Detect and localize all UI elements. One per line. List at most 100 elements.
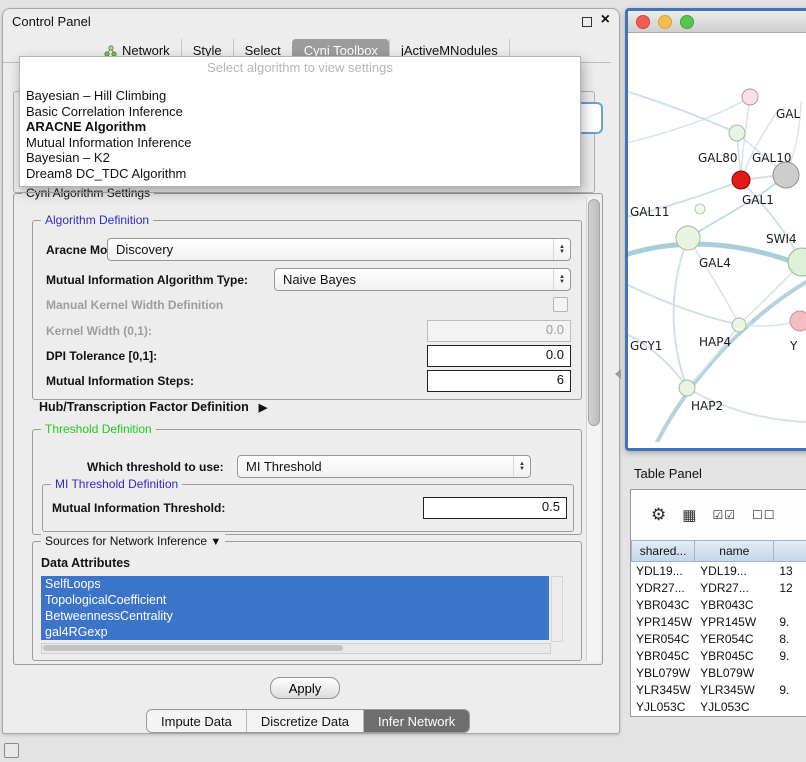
attribute-list-item[interactable]: SelfLoops <box>41 576 549 592</box>
network-canvas[interactable]: GALGAL80GAL10GAL11GAL1SWI4GAL4GCY1HAP4YH… <box>628 32 806 442</box>
tab-impute-data[interactable]: Impute Data <box>147 710 246 732</box>
scrollbar-thumb[interactable] <box>588 199 600 426</box>
attributes-horizontal-scrollbar[interactable] <box>41 643 551 654</box>
table-row[interactable]: YPR145W YPR145W 9. <box>631 613 806 630</box>
cyni-algorithm-settings-group: Cyni Algorithm Settings Algorithm Defini… <box>13 193 603 665</box>
mi-type-select[interactable]: Naive Bayes ▲▼ <box>274 268 571 291</box>
which-threshold-label: Which threshold to use: <box>87 460 224 474</box>
tab-infer-network[interactable]: Infer Network <box>363 710 469 732</box>
table-row[interactable]: YLR345W YLR345W 9. <box>631 681 806 698</box>
column-header-extra[interactable] <box>774 540 806 562</box>
sources-title: Sources for Network Inference <box>45 534 207 548</box>
table-row[interactable]: YDL19... YDL19... 13 <box>631 562 806 579</box>
mi-threshold-field[interactable]: 0.5 <box>423 497 567 519</box>
group-title: MI Threshold Definition <box>51 477 182 491</box>
hub-definition-section[interactable]: Hub/Transcription Factor Definition ▶ <box>39 400 267 414</box>
collapse-down-icon[interactable]: ▼ <box>210 536 221 548</box>
columns-icon[interactable]: ▦ <box>682 506 696 524</box>
svg-text:GAL: GAL <box>776 107 801 121</box>
mi-steps-field[interactable]: 6 <box>427 370 571 392</box>
minimize-traffic-light-icon[interactable] <box>658 15 672 29</box>
mi-steps-label: Mutual Information Steps: <box>46 374 194 388</box>
group-title: Threshold Definition <box>41 422 156 436</box>
mi-threshold-label: Mutual Information Threshold: <box>52 501 225 515</box>
algorithm-popup-item[interactable]: Bayesian – K2 <box>20 150 580 166</box>
svg-text:GAL80: GAL80 <box>698 151 737 165</box>
network-view-window: GALGAL80GAL10GAL11GAL1SWI4GAL4GCY1HAP4YH… <box>625 8 806 451</box>
aracne-mode-select[interactable]: Discovery ▲▼ <box>107 238 571 261</box>
apply-button[interactable]: Apply <box>270 677 340 699</box>
attribute-list-item[interactable]: gal4RGexp <box>41 624 549 640</box>
combo-value: MI Threshold <box>238 459 513 474</box>
algorithm-popup-item[interactable]: Dream8 DC_TDC Algorithm <box>20 166 580 182</box>
dpi-tolerance-field[interactable]: 0.0 <box>427 345 571 367</box>
desktop: Control Panel × Network Style Select Cyn… <box>0 0 806 762</box>
close-icon[interactable]: × <box>601 11 610 29</box>
algorithm-popup-item[interactable]: ARACNE Algorithm <box>20 119 580 135</box>
zoom-traffic-light-icon[interactable] <box>680 15 694 29</box>
table-row[interactable]: YBR043C YBR043C <box>631 596 806 613</box>
data-attributes-list: SelfLoops TopologicalCoefficient Between… <box>41 576 549 640</box>
table-row[interactable]: YBR045C YBR045C 9. <box>631 647 806 664</box>
dpi-tolerance-label: DPI Tolerance [0,1]: <box>46 349 157 363</box>
algorithm-popup-item[interactable]: Bayesian – Hill Climbing <box>20 88 580 104</box>
kernel-width-field[interactable]: 0.0 <box>427 320 571 342</box>
hub-definition-label: Hub/Transcription Factor Definition <box>39 400 249 414</box>
column-header-name[interactable]: name <box>695 540 774 562</box>
column-header-shared-name[interactable]: shared... <box>631 540 695 562</box>
control-panel-titlebar: Control Panel × <box>3 9 619 35</box>
table-panel-title: Table Panel <box>634 466 702 481</box>
combo-value: Naive Bayes <box>275 272 553 287</box>
attribute-list-item[interactable]: BetweennessCentrality <box>41 608 549 624</box>
splitter-handle[interactable] <box>615 369 621 379</box>
attributes-vertical-scrollbar[interactable] <box>551 576 563 642</box>
algorithm-popup-item[interactable]: Basic Correlation Inference <box>20 104 580 120</box>
kernel-width-label: Kernel Width (0,1): <box>46 324 152 338</box>
sources-group: Sources for Network Inference ▼ Data Att… <box>32 541 582 661</box>
data-attributes-label: Data Attributes <box>41 556 130 570</box>
mi-type-label: Mutual Information Algorithm Type: <box>46 273 248 287</box>
close-traffic-light-icon[interactable] <box>636 15 650 29</box>
combo-arrows-icon: ▲▼ <box>553 239 570 260</box>
deselect-all-icon[interactable]: ☐☐ <box>752 508 776 522</box>
svg-text:GCY1: GCY1 <box>630 339 662 353</box>
settings-scrollbar[interactable] <box>586 197 600 661</box>
svg-text:SWI4: SWI4 <box>766 232 797 246</box>
network-icon <box>104 45 117 57</box>
threshold-definition-group: Threshold Definition Which threshold to … <box>32 429 582 535</box>
manual-kernel-width-checkbox[interactable] <box>553 297 568 312</box>
algorithm-definition-group: Algorithm Definition Aracne Mode: Discov… <box>32 220 582 400</box>
restore-panel-icon[interactable] <box>4 743 19 758</box>
bottom-tab-bar: Impute Data Discretize Data Infer Networ… <box>146 709 470 733</box>
collapse-right-icon[interactable]: ▶ <box>259 401 267 414</box>
scrollbar-thumb[interactable] <box>43 645 343 651</box>
svg-text:HAP2: HAP2 <box>691 399 723 413</box>
table-row[interactable]: YJL053C YJL053C <box>631 698 806 715</box>
table-toolbar: ⚙ ▦ ☑☑ ☐☐ <box>631 490 806 540</box>
select-all-icon[interactable]: ☑☑ <box>712 508 736 522</box>
combo-arrows-icon: ▲▼ <box>553 269 570 290</box>
gear-icon[interactable]: ⚙ <box>651 505 666 525</box>
float-window-icon[interactable] <box>582 17 592 27</box>
attribute-list-item[interactable]: TopologicalCoefficient <box>41 592 549 608</box>
group-title: Algorithm Definition <box>41 213 153 227</box>
combo-value: Discovery <box>108 242 553 257</box>
group-title: Sources for Network Inference ▼ <box>41 534 225 548</box>
algorithm-popup-prompt: Select algorithm to view settings <box>20 57 580 76</box>
network-window-titlebar <box>628 11 806 33</box>
algorithm-popup: Select algorithm to view settings Bayesi… <box>19 56 581 187</box>
table-body: YDL19... YDL19... 13 YDR27... YDR27... 1… <box>631 562 806 716</box>
tab-discretize-data[interactable]: Discretize Data <box>246 710 363 732</box>
algorithm-popup-list: Bayesian – Hill Climbing Basic Correlati… <box>20 88 580 181</box>
table-header: shared... name <box>631 540 806 562</box>
algorithm-popup-item[interactable]: Mutual Information Inference <box>20 135 580 151</box>
svg-text:GAL11: GAL11 <box>630 205 669 219</box>
table-row[interactable]: YDR27... YDR27... 12 <box>631 579 806 596</box>
which-threshold-select[interactable]: MI Threshold ▲▼ <box>237 455 531 478</box>
svg-text:Y: Y <box>789 339 798 353</box>
svg-text:GAL4: GAL4 <box>699 256 731 270</box>
table-row[interactable]: YER054C YER054C 8. <box>631 630 806 647</box>
table-row[interactable]: YBL079W YBL079W <box>631 664 806 681</box>
svg-text:GAL1: GAL1 <box>742 193 774 207</box>
combo-arrows-icon: ▲▼ <box>513 456 530 477</box>
